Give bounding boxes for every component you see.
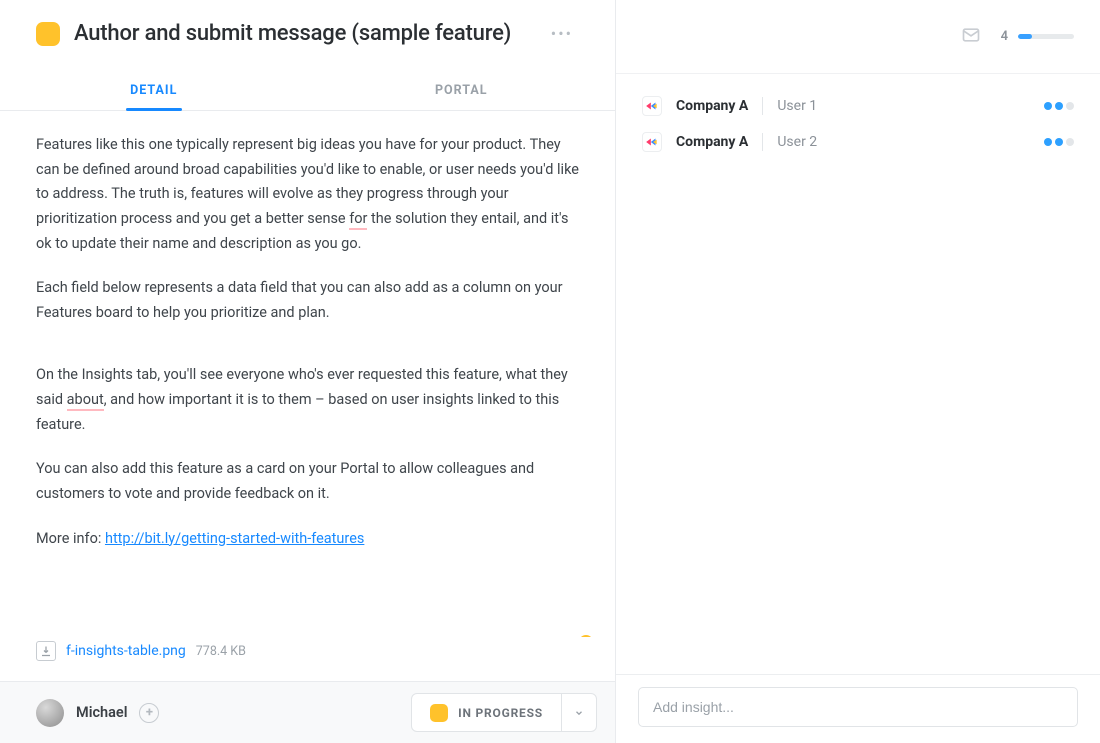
insight-row[interactable]: Company A User 2 <box>636 124 1080 160</box>
plus-icon: + <box>579 635 593 637</box>
desc-p2: Each field below represents a data field… <box>36 276 579 325</box>
status-button[interactable]: IN PROGRESS <box>411 693 597 732</box>
tab-portal[interactable]: PORTAL <box>308 69 616 110</box>
importance-dots[interactable] <box>1044 138 1074 146</box>
company-name: Company A <box>676 98 748 114</box>
more-info-link[interactable]: http://bit.ly/getting-started-with-featu… <box>105 530 364 547</box>
avatar[interactable] <box>36 699 64 727</box>
more-menu[interactable]: ••• <box>545 20 579 47</box>
user-name: User 1 <box>777 98 817 114</box>
spellcheck-word: about <box>67 391 104 411</box>
add-insight-input[interactable] <box>638 687 1078 727</box>
company-logo-icon <box>642 96 662 116</box>
status-color-icon <box>430 704 448 722</box>
feature-title[interactable]: Author and submit message (sample featur… <box>74 21 545 46</box>
insight-row[interactable]: Company A User 1 <box>636 88 1080 124</box>
assignee-name: Michael <box>76 704 127 721</box>
insights-list: Company A User 1 Company A User 2 <box>616 74 1100 674</box>
chevron-down-icon[interactable] <box>561 694 596 731</box>
add-assignee-button[interactable]: + <box>139 703 159 723</box>
attachment-name[interactable]: f-insights-table.png <box>66 643 186 659</box>
feature-color-chip <box>36 22 60 46</box>
desc-p5-prefix: More info: <box>36 530 105 547</box>
envelope-icon[interactable] <box>961 25 981 49</box>
tabs: DETAIL PORTAL <box>0 69 615 111</box>
progress-bar <box>1018 34 1074 39</box>
user-name: User 2 <box>777 134 817 150</box>
tab-detail[interactable]: DETAIL <box>0 69 308 110</box>
attachment-size: 778.4 KB <box>196 644 246 659</box>
spellcheck-word: for <box>349 210 367 230</box>
importance-dots[interactable] <box>1044 102 1074 110</box>
status-label: IN PROGRESS <box>458 706 543 720</box>
description-body[interactable]: Features like this one typically represe… <box>0 111 615 637</box>
company-logo-icon <box>642 132 662 152</box>
download-icon[interactable] <box>36 641 56 661</box>
desc-p3b: , and how important it is to them – base… <box>36 391 559 433</box>
desc-p4: You can also add this feature as a card … <box>36 457 579 506</box>
insight-count: 4 <box>1001 29 1008 44</box>
company-name: Company A <box>676 134 748 150</box>
